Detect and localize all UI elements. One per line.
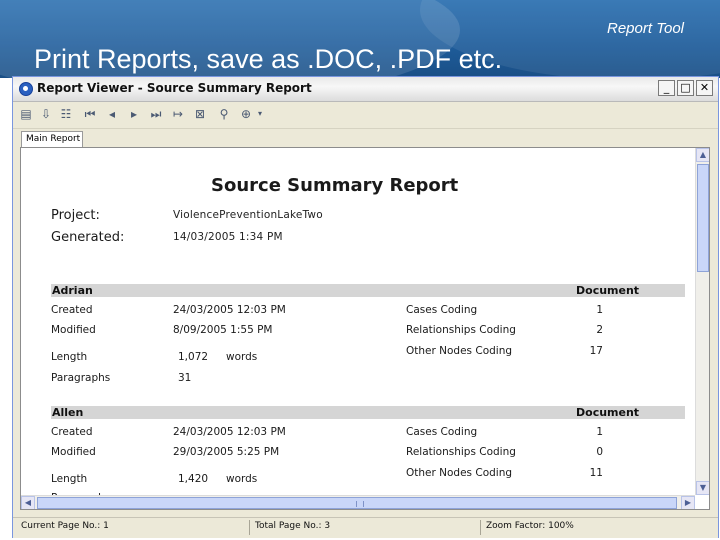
source-header-bar: Adrian Document xyxy=(51,284,685,297)
relationships-coding-label: Relationships Coding xyxy=(406,446,516,458)
source-name: Allen xyxy=(52,406,84,419)
modified-label: Modified xyxy=(51,446,96,458)
modified-value: 8/09/2005 1:55 PM xyxy=(173,324,273,336)
zoom-status: Zoom Factor: 100% xyxy=(486,521,574,531)
report-title: Source Summary Report xyxy=(211,175,459,196)
slide-tag: Report Tool xyxy=(607,20,684,37)
scroll-up-icon[interactable]: ▲ xyxy=(696,148,709,162)
length-label: Length xyxy=(51,351,88,363)
vertical-scrollbar[interactable]: ▲ ▼ xyxy=(695,148,709,495)
tab-main-report[interactable]: Main Report xyxy=(21,131,83,147)
paragraphs-label: Paragraphs xyxy=(51,372,111,384)
window-title: Report Viewer - Source Summary Report xyxy=(37,81,312,95)
go-to-page-icon[interactable]: ↦ xyxy=(171,107,185,121)
print-icon[interactable]: ▤ xyxy=(19,107,33,121)
horizontal-scrollbar[interactable]: ◀ ▶ xyxy=(21,495,695,509)
cases-coding-label: Cases Coding xyxy=(406,304,478,316)
other-nodes-coding-label: Other Nodes Coding xyxy=(406,345,513,357)
created-label: Created xyxy=(51,304,93,316)
words-label: words xyxy=(226,351,258,363)
created-label: Created xyxy=(51,426,93,438)
relationships-coding-value: 2 xyxy=(596,324,603,336)
scroll-down-icon[interactable]: ▼ xyxy=(696,481,709,495)
search-icon[interactable]: ⚲ xyxy=(217,107,231,121)
first-page-icon[interactable]: ⏮ xyxy=(83,107,97,121)
last-page-icon[interactable]: ⏭ xyxy=(149,107,163,121)
minimize-button[interactable]: _ xyxy=(658,80,675,96)
total-page-status: Total Page No.: 3 xyxy=(255,521,331,531)
group-tree-icon[interactable]: ☷ xyxy=(59,107,73,121)
words-label: words xyxy=(226,473,258,485)
created-value: 24/03/2005 12:03 PM xyxy=(173,426,286,438)
report-viewer-pane: Source Summary Report Project: ViolenceP… xyxy=(20,147,710,510)
previous-page-icon[interactable]: ◂ xyxy=(105,107,119,121)
export-icon[interactable]: ⇩ xyxy=(39,107,53,121)
cases-coding-value: 1 xyxy=(596,304,603,316)
horizontal-scroll-thumb[interactable] xyxy=(37,497,677,509)
generated-value: 14/03/2005 1:34 PM xyxy=(173,231,283,243)
cases-coding-value: 1 xyxy=(596,426,603,438)
other-nodes-coding-value: 17 xyxy=(589,345,603,357)
tab-strip: Main Report xyxy=(13,129,718,147)
stop-icon[interactable]: ⊠ xyxy=(193,107,207,121)
generated-label: Generated: xyxy=(51,230,125,245)
length-label: Length xyxy=(51,473,88,485)
document-column-header: Document xyxy=(576,406,640,419)
other-nodes-coding-label: Other Nodes Coding xyxy=(406,467,513,479)
document-column-header: Document xyxy=(576,284,640,297)
zoom-icon[interactable]: ⊕ xyxy=(239,107,253,121)
slide-title: Print Reports, save as .DOC, .PDF etc. xyxy=(34,44,503,74)
current-page-status: Current Page No.: 1 xyxy=(21,521,109,531)
created-value: 24/03/2005 12:03 PM xyxy=(173,304,286,316)
source-header-bar: Allen Document xyxy=(51,406,685,419)
cases-coding-label: Cases Coding xyxy=(406,426,478,438)
scroll-left-icon[interactable]: ◀ xyxy=(21,496,35,509)
vertical-scroll-thumb[interactable] xyxy=(697,164,709,272)
project-value: ViolencePreventionLakeTwo xyxy=(173,209,323,221)
scroll-right-icon[interactable]: ▶ xyxy=(681,496,695,509)
length-value: 1,420 xyxy=(178,473,209,485)
zoom-dropdown-icon[interactable]: ▾ xyxy=(253,107,267,121)
status-bar: Current Page No.: 1 Total Page No.: 3 Zo… xyxy=(13,517,718,538)
next-page-icon[interactable]: ▸ xyxy=(127,107,141,121)
other-nodes-coding-value: 11 xyxy=(589,467,603,479)
report-page: Source Summary Report Project: ViolenceP… xyxy=(21,148,695,495)
relationships-coding-label: Relationships Coding xyxy=(406,324,516,336)
source-name: Adrian xyxy=(52,284,93,297)
report-toolbar: ▤ ⇩ ☷ ⏮ ◂ ▸ ⏭ ↦ ⊠ ⚲ ⊕ ▾ xyxy=(13,102,718,129)
length-value: 1,072 xyxy=(178,351,209,363)
modified-value: 29/03/2005 5:25 PM xyxy=(173,446,280,458)
maximize-button[interactable]: □ xyxy=(677,80,694,96)
relationships-coding-value: 0 xyxy=(596,446,603,458)
paragraphs-value: 31 xyxy=(178,372,192,384)
window-titlebar[interactable]: Report Viewer - Source Summary Report _ … xyxy=(13,77,718,102)
app-icon xyxy=(19,82,33,96)
close-button[interactable]: ✕ xyxy=(696,80,713,96)
project-label: Project: xyxy=(51,208,100,223)
modified-label: Modified xyxy=(51,324,96,336)
report-viewer-window: Report Viewer - Source Summary Report _ … xyxy=(12,76,719,538)
